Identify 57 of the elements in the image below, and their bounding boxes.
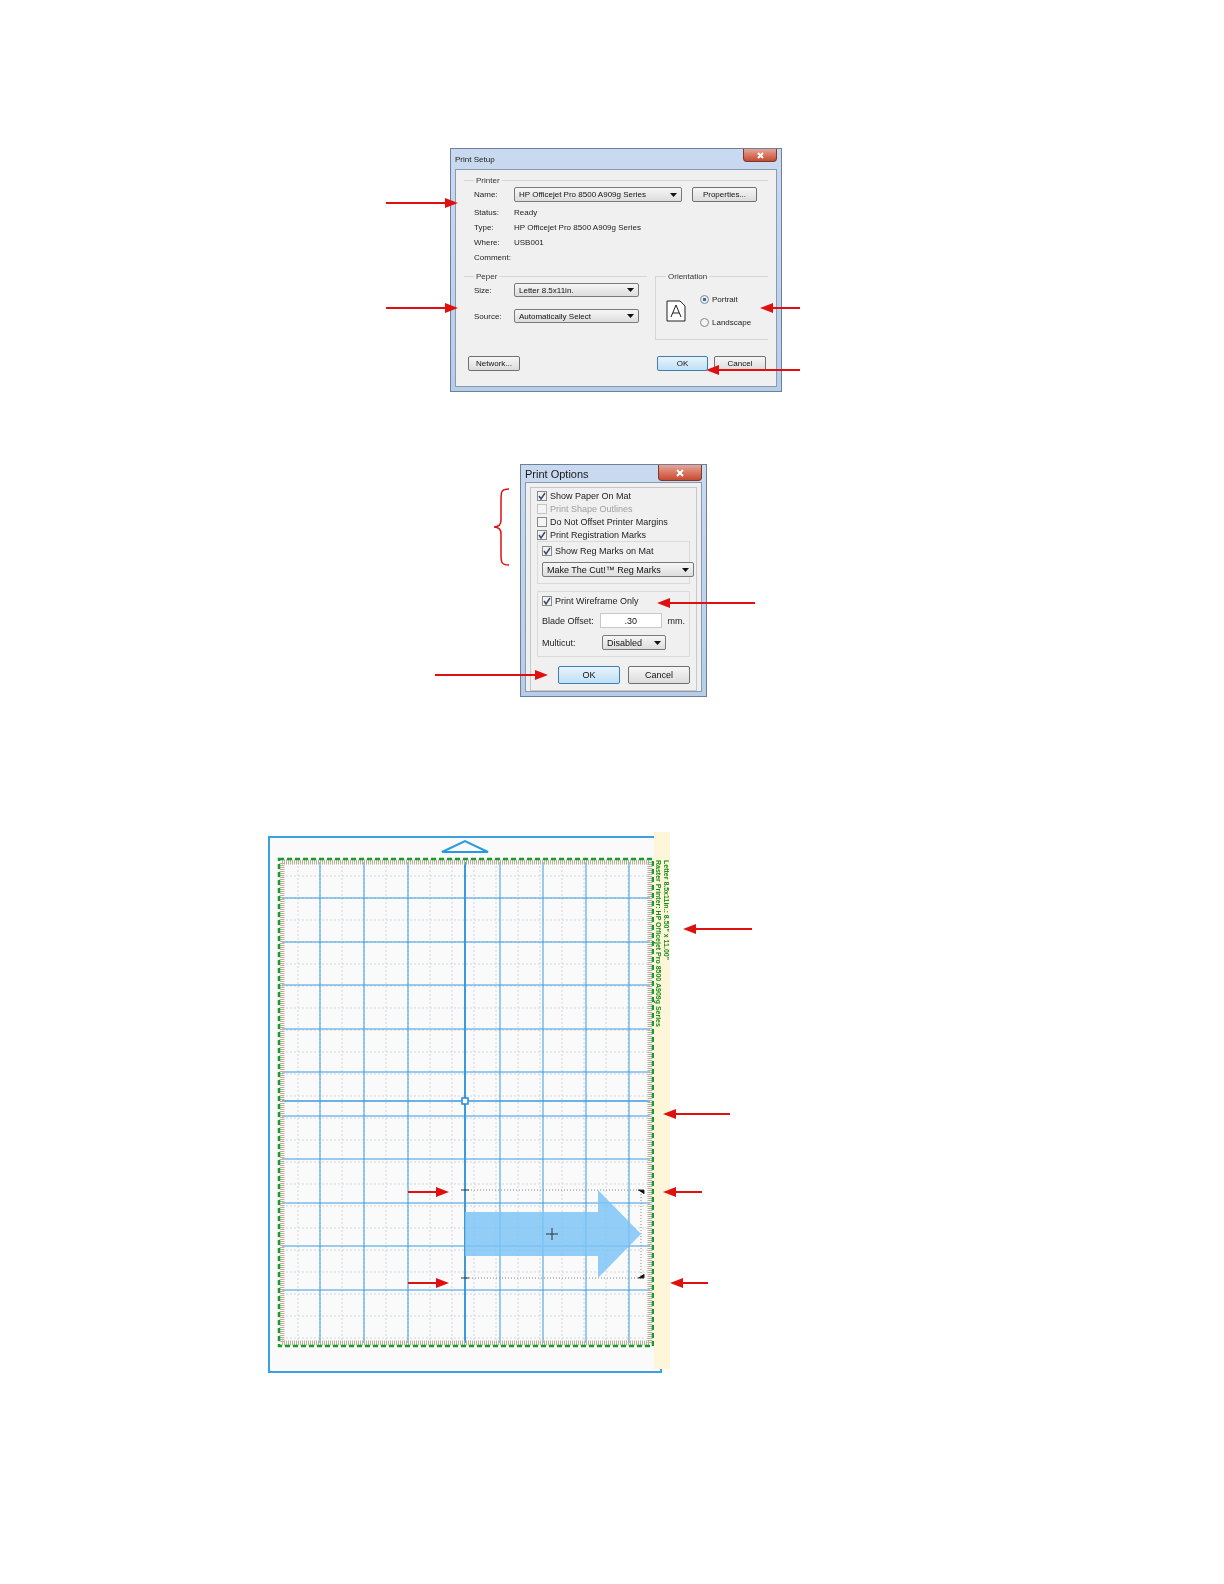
option-checkbox[interactable]: Show Reg Marks on Mat (542, 546, 654, 556)
source-dropdown[interactable]: Automatically Select (514, 309, 639, 323)
field-label: Name: (474, 190, 499, 199)
orientation-radio[interactable]: Landscape (700, 318, 752, 327)
option-checkbox[interactable]: Show Paper On Mat (537, 491, 632, 501)
ok-button[interactable]: OK (657, 356, 708, 371)
printer-dropdown[interactable]: HP Officejet Pro 8500 A909g Series (514, 187, 682, 202)
annotation-arrow (663, 1109, 730, 1119)
annotation-arrow (683, 924, 752, 934)
ok-button[interactable]: OK (558, 666, 620, 684)
check-icon (538, 492, 546, 500)
annotation-arrow (670, 1278, 708, 1288)
group-label: Orientation (667, 272, 709, 281)
close-icon (756, 151, 764, 159)
field-label: Size: (474, 285, 493, 295)
info-label: Status: (474, 208, 500, 217)
caret-icon (682, 567, 689, 572)
reg-marks-dropdown[interactable]: Make The Cut!™ Reg Marks (542, 562, 694, 577)
multicut-dropdown[interactable]: Disabled (602, 635, 666, 650)
option-checkbox[interactable]: Do Not Offset Printer Margins (537, 517, 668, 527)
annotation-arrow (386, 303, 458, 313)
annotation-arrow (663, 1187, 702, 1197)
unit-label: mm. (667, 615, 685, 626)
info-value: USB001 (514, 238, 544, 247)
info-label: Where: (474, 238, 501, 247)
option-checkbox[interactable]: Print Registration Marks (537, 530, 647, 540)
annotation-arrow (386, 198, 458, 208)
properties-button[interactable]: Properties... (692, 187, 757, 202)
blade-offset-field[interactable]: .30 (599, 613, 662, 628)
annotation-arrow (408, 1187, 449, 1197)
caret-icon (670, 192, 677, 197)
caret-icon (654, 640, 661, 645)
cancel-button[interactable]: Cancel (628, 666, 690, 684)
check-icon (543, 597, 551, 605)
orientation-radio[interactable]: Portrait (700, 295, 752, 304)
size-dropdown[interactable]: Letter 8.5x11in. (514, 283, 639, 297)
annotation-arrow (408, 1278, 449, 1288)
network-button[interactable]: Network... (468, 356, 520, 371)
caret-icon (627, 314, 634, 318)
close-button[interactable] (658, 465, 702, 481)
field-label: Blade Offset: (542, 615, 595, 626)
field-label: Multicut: (542, 637, 577, 648)
annotation-arrow (760, 303, 800, 313)
group-label: Printer (475, 176, 501, 185)
close-icon (676, 468, 684, 477)
group-label: Peper (475, 272, 499, 281)
window-title: Print Setup (455, 154, 495, 164)
info-value: Ready (514, 208, 538, 217)
info-label: Comment: (474, 253, 512, 262)
option-checkbox[interactable]: Print Wireframe Only (542, 596, 639, 606)
caret-icon (627, 288, 634, 292)
close-button[interactable] (743, 149, 777, 162)
portrait-page-icon (666, 300, 686, 322)
info-value: HP Officejet Pro 8500 A909g Series (514, 223, 641, 232)
info-label: Type: (474, 223, 495, 232)
field-label: Source: (474, 311, 503, 321)
window-title: Print Options (525, 467, 589, 480)
